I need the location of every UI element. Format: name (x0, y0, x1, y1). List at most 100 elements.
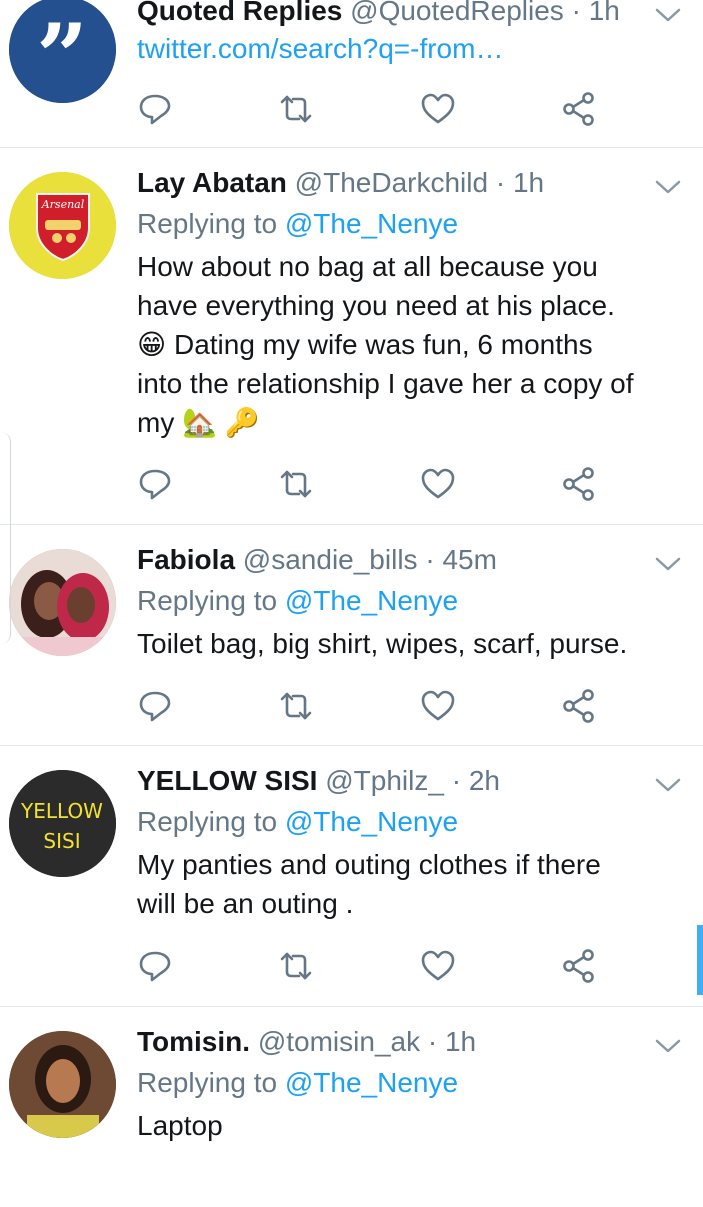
reply-icon (139, 94, 171, 125)
text-line: my 🏡 🔑 (137, 407, 260, 438)
text-line: have everything you need at his place. (137, 290, 615, 321)
chevron-down-icon[interactable] (655, 7, 681, 23)
author-handle[interactable]: @TheDarkchild (295, 167, 488, 198)
avatar[interactable]: ” (9, 0, 116, 103)
chevron-down-icon[interactable] (655, 777, 681, 793)
tweet-time[interactable]: 1h (589, 0, 620, 26)
retweet-icon (280, 470, 312, 498)
avatar-text: SISI (43, 829, 80, 853)
like-icon (421, 690, 455, 721)
share-button[interactable] (561, 91, 597, 127)
tweet-text: Toilet bag, big shirt, wipes, scarf, pur… (137, 624, 663, 663)
author-handle[interactable]: @sandie_bills (243, 544, 418, 575)
like-button[interactable] (420, 466, 456, 502)
reply-button[interactable] (137, 466, 173, 502)
tweet-lay-abatan[interactable]: Arsenal Lay Abatan @TheDarkchild · 1h Re… (0, 148, 703, 525)
tweet-link[interactable]: twitter.com/search?q=-from… (137, 32, 663, 66)
author-name[interactable]: YELLOW SISI (137, 765, 317, 796)
retweet-button[interactable] (278, 948, 314, 984)
scrollbar-thumb[interactable] (697, 925, 703, 995)
arsenal-text: Arsenal (41, 198, 85, 211)
tweet-header: Tomisin. @tomisin_ak · 1h (137, 1025, 663, 1059)
text-line: My panties and outing clothes if there (137, 849, 601, 880)
avatar[interactable]: Arsenal (9, 172, 116, 279)
author-handle[interactable]: @Tphilz_ (325, 765, 444, 796)
share-button[interactable] (561, 948, 597, 984)
separator: · (495, 167, 506, 198)
tweet-text: My panties and outing clothes if there w… (137, 845, 663, 923)
tweet-fabiola[interactable]: Fabiola @sandie_bills · 45m Replying to … (0, 525, 703, 746)
retweet-icon (280, 95, 312, 123)
text-line: into the relationship I gave her a copy … (137, 368, 634, 399)
tweet-time[interactable]: 1h (513, 167, 544, 198)
text-line: will be an outing . (137, 888, 354, 919)
tweet-actions (137, 91, 607, 127)
replying-prefix: Replying to (137, 585, 278, 616)
avatar[interactable] (9, 1031, 116, 1138)
reply-icon (139, 469, 171, 500)
replying-to: Replying to @The_Nenye (137, 584, 663, 618)
tweet-time[interactable]: 45m (442, 544, 496, 575)
mention-link[interactable]: @The_Nenye (285, 585, 458, 616)
author-name[interactable]: Quoted Replies (137, 0, 342, 26)
separator: · (425, 544, 435, 575)
author-name[interactable]: Tomisin. (137, 1026, 250, 1057)
author-handle[interactable]: @tomisin_ak (258, 1026, 420, 1057)
tweet-time[interactable]: 2h (469, 765, 500, 796)
tweet-actions (137, 948, 607, 984)
reply-button[interactable] (137, 948, 173, 984)
mention-link[interactable]: @The_Nenye (285, 1067, 458, 1098)
reply-button[interactable] (137, 688, 173, 724)
share-icon (563, 949, 594, 983)
arsenal-badge-icon: Arsenal (9, 172, 116, 279)
chevron-down-icon[interactable] (655, 1038, 681, 1054)
side-panel-edge[interactable] (0, 432, 11, 644)
share-icon (563, 689, 594, 723)
replying-prefix: Replying to (137, 806, 278, 837)
retweet-icon (280, 692, 312, 720)
retweet-button[interactable] (278, 688, 314, 724)
tweet-actions (137, 466, 607, 502)
separator: · (451, 765, 462, 796)
tweet-tomisin[interactable]: Tomisin. @tomisin_ak · 1h Replying to @T… (0, 1007, 703, 1207)
share-button[interactable] (561, 466, 597, 502)
share-icon (563, 92, 594, 126)
like-button[interactable] (420, 948, 456, 984)
avatar-text: YELLOW (20, 799, 103, 823)
retweet-button[interactable] (278, 91, 314, 127)
replying-to: Replying to @The_Nenye (137, 207, 663, 241)
replying-prefix: Replying to (137, 208, 278, 239)
profile-photo: YELLOW SISI (9, 770, 116, 877)
chevron-down-icon[interactable] (655, 556, 681, 572)
like-icon (421, 950, 455, 981)
tweet-yellow-sisi[interactable]: YELLOW SISI YELLOW SISI @Tphilz_ · 2h Re… (0, 746, 703, 1007)
replying-to: Replying to @The_Nenye (137, 805, 663, 839)
share-button[interactable] (561, 688, 597, 724)
mention-link[interactable]: @The_Nenye (285, 208, 458, 239)
reply-icon (139, 691, 171, 722)
author-name[interactable]: Lay Abatan (137, 167, 287, 198)
author-name[interactable]: Fabiola (137, 544, 235, 575)
reply-icon (139, 951, 171, 982)
avatar[interactable] (9, 549, 116, 656)
text-line: Toilet bag, big shirt, wipes, scarf, pur… (137, 628, 628, 659)
avatar[interactable]: YELLOW SISI (9, 770, 116, 877)
chevron-down-icon[interactable] (655, 179, 681, 195)
mention-link[interactable]: @The_Nenye (285, 806, 458, 837)
retweet-button[interactable] (278, 466, 314, 502)
profile-photo (9, 1031, 116, 1138)
author-handle[interactable]: @QuotedReplies (350, 0, 564, 26)
reply-button[interactable] (137, 91, 173, 127)
tweet-time[interactable]: 1h (445, 1026, 476, 1057)
text-line: Laptop (137, 1110, 223, 1141)
tweet-quoted-replies[interactable]: ” Quoted Replies @QuotedReplies · 1h twi… (0, 0, 703, 148)
quote-avatar-icon: ” (9, 0, 116, 103)
share-icon (563, 467, 594, 501)
quote-glyph: ” (36, 4, 88, 103)
like-button[interactable] (420, 91, 456, 127)
like-button[interactable] (420, 688, 456, 724)
separator: · (427, 1026, 438, 1057)
replying-to: Replying to @The_Nenye (137, 1066, 663, 1100)
text-line: 😁 Dating my wife was fun, 6 months (137, 329, 593, 360)
tweet-header: Lay Abatan @TheDarkchild · 1h (137, 166, 663, 200)
